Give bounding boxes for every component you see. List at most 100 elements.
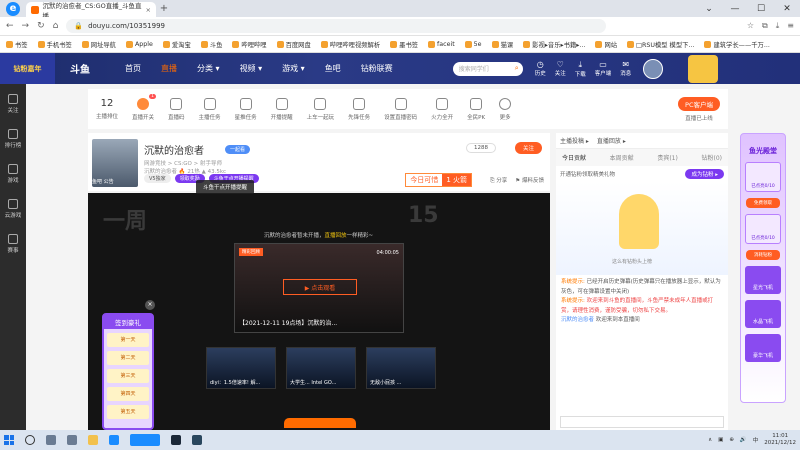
tab-week[interactable]: 本周贡献 xyxy=(610,153,634,162)
signin-day[interactable]: 第三天 xyxy=(107,369,149,383)
download-icon[interactable]: ⤓ xyxy=(776,21,780,31)
bookmark-item[interactable]: 百度网盘 xyxy=(276,40,311,49)
toolbar-pioneer[interactable]: 先锋任务 xyxy=(348,97,370,121)
luxury-plane-item[interactable]: 豪华飞机 xyxy=(745,334,781,362)
close-window-button[interactable]: ✕ xyxy=(774,4,800,14)
toolbar-carpool[interactable]: 上车一起玩 xyxy=(307,97,334,121)
browser-logo-icon[interactable]: e xyxy=(0,0,26,17)
history-button[interactable]: ◷ 历史 xyxy=(535,60,546,78)
steam-icon[interactable] xyxy=(171,435,181,445)
bookmark-item[interactable]: □RSU模型 模型下... xyxy=(627,40,694,49)
forward-icon[interactable]: → xyxy=(22,21,30,31)
nav-category[interactable]: 分类 ▾ xyxy=(197,63,220,74)
download-button[interactable]: ⤓ 下载 xyxy=(575,60,586,78)
streamer-posts-link[interactable]: 主播投稿 ▸ xyxy=(560,136,589,145)
network-icon[interactable]: ⊕ xyxy=(729,437,734,443)
bookmark-item[interactable]: 墨书签 xyxy=(390,40,418,49)
toolbar-tasks[interactable]: 主播任务 xyxy=(199,97,221,121)
video-player[interactable]: 一周 15 沉默的治愈者暂未开播，直播回放一样精彩~ 精彩回顾 04:00:05… xyxy=(88,193,550,430)
home-icon[interactable]: ⌂ xyxy=(53,21,59,31)
site-search-input[interactable]: 搜索同学们 ⌕ xyxy=(452,61,523,76)
user-avatar[interactable] xyxy=(643,58,664,79)
promo-claim-button[interactable]: 免费领取 xyxy=(746,198,780,208)
share-button[interactable]: ⎘ 分享 xyxy=(490,176,507,185)
bookmark-item[interactable]: 手机书签 xyxy=(37,40,72,49)
sidebar-item-cloud-game[interactable]: 云游戏 xyxy=(5,199,21,219)
bookmark-item[interactable]: 哔哩哔哩视频解析 xyxy=(320,40,380,49)
minimize-button[interactable]: — xyxy=(722,4,748,14)
report-button[interactable]: ⚑ 爆料反馈 xyxy=(515,176,544,185)
become-diamond-button[interactable]: 成为钻粉 ▸ xyxy=(685,169,724,179)
promo-sidebar[interactable]: 鱼光殿堂 已点亮0/10 免费领取 已点亮0/10 消耗钻粉 星光飞机 水晶飞机… xyxy=(740,133,786,403)
search-icon[interactable]: ⌕ xyxy=(515,64,519,73)
bookmark-item[interactable]: 5e xyxy=(464,40,482,48)
signin-close-icon[interactable]: × xyxy=(145,300,155,310)
sidebar-item-ranking[interactable]: 排行榜 xyxy=(5,129,21,149)
crown-badge-icon[interactable] xyxy=(688,54,719,83)
event-logo[interactable]: 钻粉嘉年 xyxy=(0,53,55,84)
maximize-button[interactable]: ☐ xyxy=(748,4,774,14)
rank-display[interactable]: 今日可惜 1 火箭 xyxy=(405,173,472,187)
chat-input[interactable] xyxy=(560,416,724,428)
signin-day[interactable]: 第五天 xyxy=(107,405,149,419)
file-explorer-icon[interactable] xyxy=(88,435,98,445)
signin-day[interactable]: 第四天 xyxy=(107,387,149,401)
replay-link[interactable]: 直播回放 ▸ xyxy=(597,136,626,145)
promo-spend-button[interactable]: 消耗钻粉 xyxy=(746,250,780,260)
back-icon[interactable]: ← xyxy=(6,21,14,31)
pc-client-button[interactable]: PC客户端 xyxy=(678,96,720,111)
input-method-icon[interactable]: 中 xyxy=(753,436,759,444)
bookmark-item[interactable]: faceit xyxy=(428,40,455,48)
bookmark-item[interactable]: Apple xyxy=(125,40,153,48)
nav-diamond-league[interactable]: 钻粉联赛 xyxy=(361,63,393,74)
recommended-card[interactable]: 大学生... Intel GO... xyxy=(286,347,356,389)
toolbar-star-tasks[interactable]: 星推任务 xyxy=(235,97,257,121)
toolbar-reminder[interactable]: 开播提醒 xyxy=(271,97,293,121)
tab-close-icon[interactable]: × xyxy=(146,6,151,14)
nav-game[interactable]: 游戏 ▾ xyxy=(282,63,305,74)
app-icon[interactable] xyxy=(192,435,202,445)
tab-vip[interactable]: 贵宾(1) xyxy=(657,153,678,162)
tray-app-icon[interactable]: ▣ xyxy=(718,437,723,443)
douyu-logo[interactable]: 斗鱼 xyxy=(55,61,105,76)
active-browser-taskbar-item[interactable] xyxy=(130,434,160,446)
bookmark-item[interactable]: 猫课 xyxy=(491,40,513,49)
windows-start-icon[interactable] xyxy=(4,435,14,445)
menu-icon[interactable]: ≡ xyxy=(787,21,794,31)
task-view-icon[interactable] xyxy=(46,435,56,445)
toolbar-live-code[interactable]: 直播码 xyxy=(168,97,185,121)
toolbar-fire[interactable]: 火力全开 xyxy=(431,97,453,121)
chat-app-icon[interactable] xyxy=(67,435,77,445)
bookmark-item[interactable]: 书签 xyxy=(6,40,28,49)
browser-tab[interactable]: 沉默的治愈者_CS:GO直播_斗鱼直播 × xyxy=(26,2,156,20)
follow-button[interactable]: 关注 xyxy=(514,142,542,154)
client-button[interactable]: ▭ 客户端 xyxy=(595,60,612,78)
sidebar-item-game[interactable]: 游戏 xyxy=(7,164,19,184)
bookmark-item[interactable]: 爱淘宝 xyxy=(162,40,191,49)
volume-icon[interactable]: 🔊 xyxy=(740,437,747,443)
toolbar-password[interactable]: 设置直播密码 xyxy=(384,97,417,121)
browser-icon[interactable] xyxy=(109,435,119,445)
refresh-icon[interactable]: ↻ xyxy=(37,21,45,31)
play-replay-button[interactable]: ▶ 点击观看 xyxy=(283,279,357,295)
streamer-level[interactable]: 12 主播排位 xyxy=(96,98,118,120)
bookmark-item[interactable]: 哔哩哔哩 xyxy=(232,40,267,49)
bookmark-item[interactable]: 网址导航 xyxy=(81,40,116,49)
vip-chip[interactable]: V5独家 xyxy=(144,174,171,183)
signin-gift-popup[interactable]: 签到豪礼 第一天 第二天 第三天 第四天 第五天 xyxy=(102,313,154,430)
follow-list-button[interactable]: ♡ 关注 xyxy=(555,60,566,78)
nav-live[interactable]: 直播 xyxy=(161,63,177,74)
toolbar-more[interactable]: 更多 xyxy=(499,97,512,121)
bookmark-item[interactable]: 网站 xyxy=(595,40,617,49)
bookmark-item[interactable]: 影视▸音乐▸书籍▸... xyxy=(523,40,585,49)
signin-day[interactable]: 第二天 xyxy=(107,351,149,365)
recommended-card[interactable]: 无敌小屁孩 ... xyxy=(366,347,436,389)
nav-video[interactable]: 视频 ▾ xyxy=(240,63,263,74)
new-tab-button[interactable]: + xyxy=(156,3,172,14)
star-icon[interactable]: ☆ xyxy=(747,21,754,31)
streamer-thumbnail[interactable]: 鱼吧 公告 xyxy=(92,139,138,187)
star-plane-item[interactable]: 星光飞机 xyxy=(745,266,781,294)
watch-together-badge[interactable]: 一起看 xyxy=(225,145,251,154)
extension-icon[interactable]: ⧉ xyxy=(762,21,768,31)
recommended-card[interactable]: diyi：1.5倍速率! 解... xyxy=(206,347,276,389)
